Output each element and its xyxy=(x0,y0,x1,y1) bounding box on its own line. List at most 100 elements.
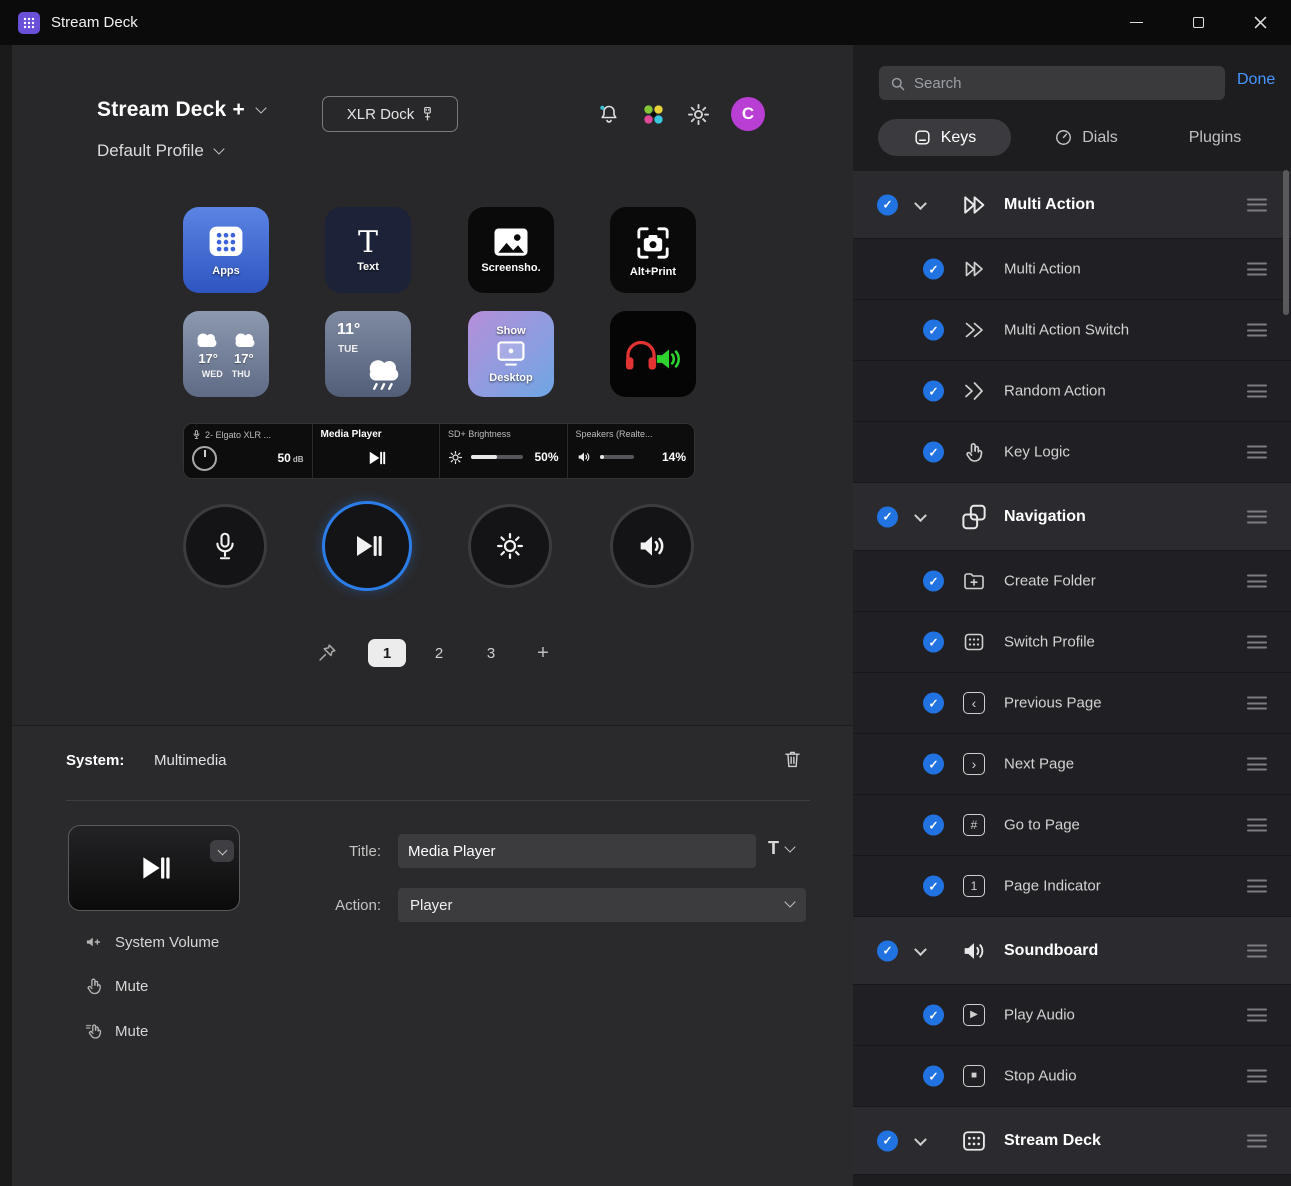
action-item-create-folder[interactable]: Create Folder xyxy=(853,551,1291,612)
checked-circle-icon[interactable] xyxy=(877,1130,898,1151)
font-style-button[interactable]: T xyxy=(768,838,794,859)
drag-handle-icon[interactable] xyxy=(1247,1070,1267,1083)
dial-play-pause[interactable] xyxy=(322,501,412,591)
tab-dials[interactable]: Dials xyxy=(1036,119,1136,156)
checked-circle-icon[interactable] xyxy=(877,940,898,961)
action-select[interactable]: Player xyxy=(398,888,806,922)
chevron-down-icon[interactable] xyxy=(914,943,927,956)
drag-handle-icon[interactable] xyxy=(1247,575,1267,588)
drag-handle-icon[interactable] xyxy=(1247,263,1267,276)
checked-circle-icon[interactable] xyxy=(923,815,944,836)
checked-circle-icon[interactable] xyxy=(923,571,944,592)
xlr-dock-button[interactable]: XLR Dock xyxy=(322,96,458,132)
chevron-down-icon[interactable] xyxy=(914,1133,927,1146)
device-selector[interactable]: Stream Deck + xyxy=(97,98,265,122)
profile-selector[interactable]: Default Profile xyxy=(97,141,223,161)
dial-microphone[interactable] xyxy=(183,504,267,588)
checked-circle-icon[interactable] xyxy=(923,259,944,280)
search-input[interactable] xyxy=(914,75,1194,92)
drag-handle-icon[interactable] xyxy=(1247,1009,1267,1022)
checked-circle-icon[interactable] xyxy=(923,754,944,775)
action-group-multi-action[interactable]: Multi Action xyxy=(853,171,1291,239)
strip-segment-brightness[interactable]: SD+ Brightness 50% xyxy=(439,424,567,478)
page-button-1[interactable]: 1 xyxy=(368,639,406,667)
key-text[interactable]: T Text xyxy=(325,207,411,293)
chevron-down-icon[interactable] xyxy=(914,197,927,210)
drag-handle-icon[interactable] xyxy=(1247,198,1267,211)
drag-handle-icon[interactable] xyxy=(1247,758,1267,771)
action-item-next-page[interactable]: › Next Page xyxy=(853,734,1291,795)
action-item-switch-profile[interactable]: Switch Profile xyxy=(853,612,1291,673)
chevron-down-icon[interactable] xyxy=(255,102,266,113)
option-mute-1[interactable]: Mute xyxy=(84,973,148,999)
action-item-multi-action[interactable]: Multi Action xyxy=(853,239,1291,300)
action-item-multi-action-switch[interactable]: Multi Action Switch xyxy=(853,300,1291,361)
search-box[interactable] xyxy=(879,66,1225,100)
action-item-previous-page[interactable]: ‹ Previous Page xyxy=(853,673,1291,734)
dial-brightness[interactable] xyxy=(468,504,552,588)
action-group-stream-deck[interactable]: Stream Deck xyxy=(853,1107,1291,1175)
checked-circle-icon[interactable] xyxy=(877,194,898,215)
checked-circle-icon[interactable] xyxy=(923,632,944,653)
checked-circle-icon[interactable] xyxy=(923,320,944,341)
key-weather-two-day[interactable]: 17° 17° WED THU xyxy=(183,311,269,397)
brightness-slider[interactable] xyxy=(471,455,523,459)
action-group-soundboard[interactable]: Soundboard xyxy=(853,917,1291,985)
drag-handle-icon[interactable] xyxy=(1247,636,1267,649)
preview-options-button[interactable] xyxy=(210,840,234,862)
drag-handle-icon[interactable] xyxy=(1247,1134,1267,1147)
page-button-2[interactable]: 2 xyxy=(420,639,458,667)
page-button-3[interactable]: 3 xyxy=(472,639,510,667)
account-avatar[interactable]: C xyxy=(731,97,765,131)
checked-circle-icon[interactable] xyxy=(923,381,944,402)
key-audio-toggle[interactable] xyxy=(610,311,696,397)
marketplace-icon[interactable] xyxy=(641,102,666,127)
checked-circle-icon[interactable] xyxy=(923,1066,944,1087)
action-group-navigation[interactable]: Navigation xyxy=(853,483,1291,551)
strip-segment-media-player[interactable]: Media Player xyxy=(312,424,440,478)
checked-circle-icon[interactable] xyxy=(877,506,898,527)
key-show-desktop[interactable]: Show Desktop xyxy=(468,311,554,397)
action-item-go-to-page[interactable]: # Go to Page xyxy=(853,795,1291,856)
checked-circle-icon[interactable] xyxy=(923,876,944,897)
checked-circle-icon[interactable] xyxy=(923,693,944,714)
drag-handle-icon[interactable] xyxy=(1247,697,1267,710)
checked-circle-icon[interactable] xyxy=(923,442,944,463)
tab-plugins[interactable]: Plugins xyxy=(1165,119,1265,156)
key-screenshot[interactable]: Screensho. xyxy=(468,207,554,293)
checked-circle-icon[interactable] xyxy=(923,1005,944,1026)
option-system-volume[interactable]: System Volume xyxy=(84,929,219,955)
key-preview[interactable] xyxy=(68,825,240,911)
drag-handle-icon[interactable] xyxy=(1247,385,1267,398)
action-item-play-audio[interactable]: ▶ Play Audio xyxy=(853,985,1291,1046)
scrollbar-thumb[interactable] xyxy=(1283,170,1289,315)
settings-gear-icon[interactable] xyxy=(686,102,711,127)
delete-action-icon[interactable] xyxy=(782,748,803,770)
drag-handle-icon[interactable] xyxy=(1247,944,1267,957)
dial-volume[interactable] xyxy=(610,504,694,588)
action-item-random-action[interactable]: Random Action xyxy=(853,361,1291,422)
key-weather-tue[interactable]: 11° TUE xyxy=(325,311,411,397)
notifications-bell-icon[interactable] xyxy=(597,102,621,126)
speakers-slider[interactable] xyxy=(600,455,634,459)
done-link[interactable]: Done xyxy=(1237,71,1275,89)
drag-handle-icon[interactable] xyxy=(1247,446,1267,459)
maximize-button[interactable] xyxy=(1167,0,1229,45)
strip-segment-xlr-gain[interactable]: 2- Elgato XLR ... 50dB xyxy=(184,424,312,478)
action-item-stop-audio[interactable]: ■ Stop Audio xyxy=(853,1046,1291,1107)
chevron-down-icon[interactable] xyxy=(213,143,224,154)
action-item-page-indicator[interactable]: 1 Page Indicator xyxy=(853,856,1291,917)
action-item-key-logic[interactable]: Key Logic xyxy=(853,422,1291,483)
pin-page-icon[interactable] xyxy=(316,642,338,664)
tab-keys[interactable]: Keys xyxy=(878,119,1011,156)
option-mute-2[interactable]: Mute xyxy=(84,1018,148,1044)
drag-handle-icon[interactable] xyxy=(1247,819,1267,832)
strip-segment-speakers[interactable]: Speakers (Realte... 14% xyxy=(567,424,695,478)
drag-handle-icon[interactable] xyxy=(1247,324,1267,337)
title-input[interactable] xyxy=(398,834,756,868)
chevron-down-icon[interactable] xyxy=(914,509,927,522)
close-button[interactable] xyxy=(1229,0,1291,45)
key-apps[interactable]: Apps xyxy=(183,207,269,293)
minimize-button[interactable] xyxy=(1105,0,1167,45)
drag-handle-icon[interactable] xyxy=(1247,880,1267,893)
